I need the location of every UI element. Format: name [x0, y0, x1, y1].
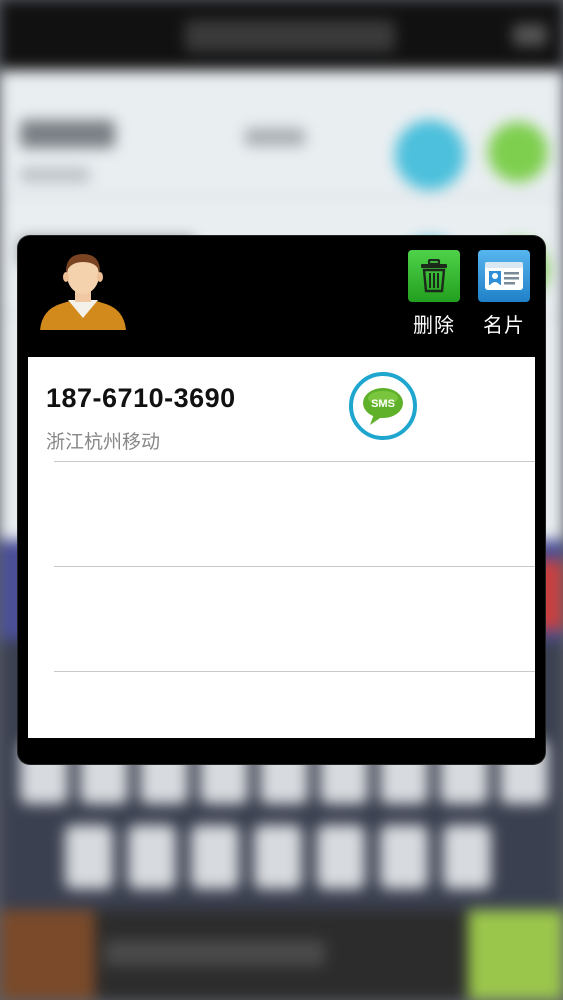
contact-card-label: 名片: [483, 313, 525, 337]
background-title-bar: [0, 0, 563, 70]
delete-button[interactable]: 删除: [408, 250, 460, 338]
number-row[interactable]: 187-6710-3690 浙江杭州移动 SMS: [28, 357, 535, 462]
phone-number: 187-6710-3690: [46, 383, 236, 413]
sms-icon: SMS: [349, 372, 417, 440]
trash-icon: [408, 250, 460, 302]
delete-label: 删除: [413, 313, 455, 337]
contact-popup: 删除 名片 187-6710-3690 浙江杭州移动 SMS: [18, 236, 545, 764]
number-list: 187-6710-3690 浙江杭州移动 SMS: [28, 357, 535, 738]
person-avatar-icon: [40, 254, 126, 330]
empty-row: [28, 567, 535, 672]
carrier-location: 浙江杭州移动: [46, 431, 161, 453]
sms-icon-text: SMS: [371, 398, 395, 410]
empty-row: [28, 462, 535, 567]
contact-card-button[interactable]: 名片: [478, 250, 530, 338]
contact-card-icon: [478, 250, 530, 302]
avatar: [38, 248, 128, 333]
sms-button[interactable]: SMS: [348, 371, 418, 441]
